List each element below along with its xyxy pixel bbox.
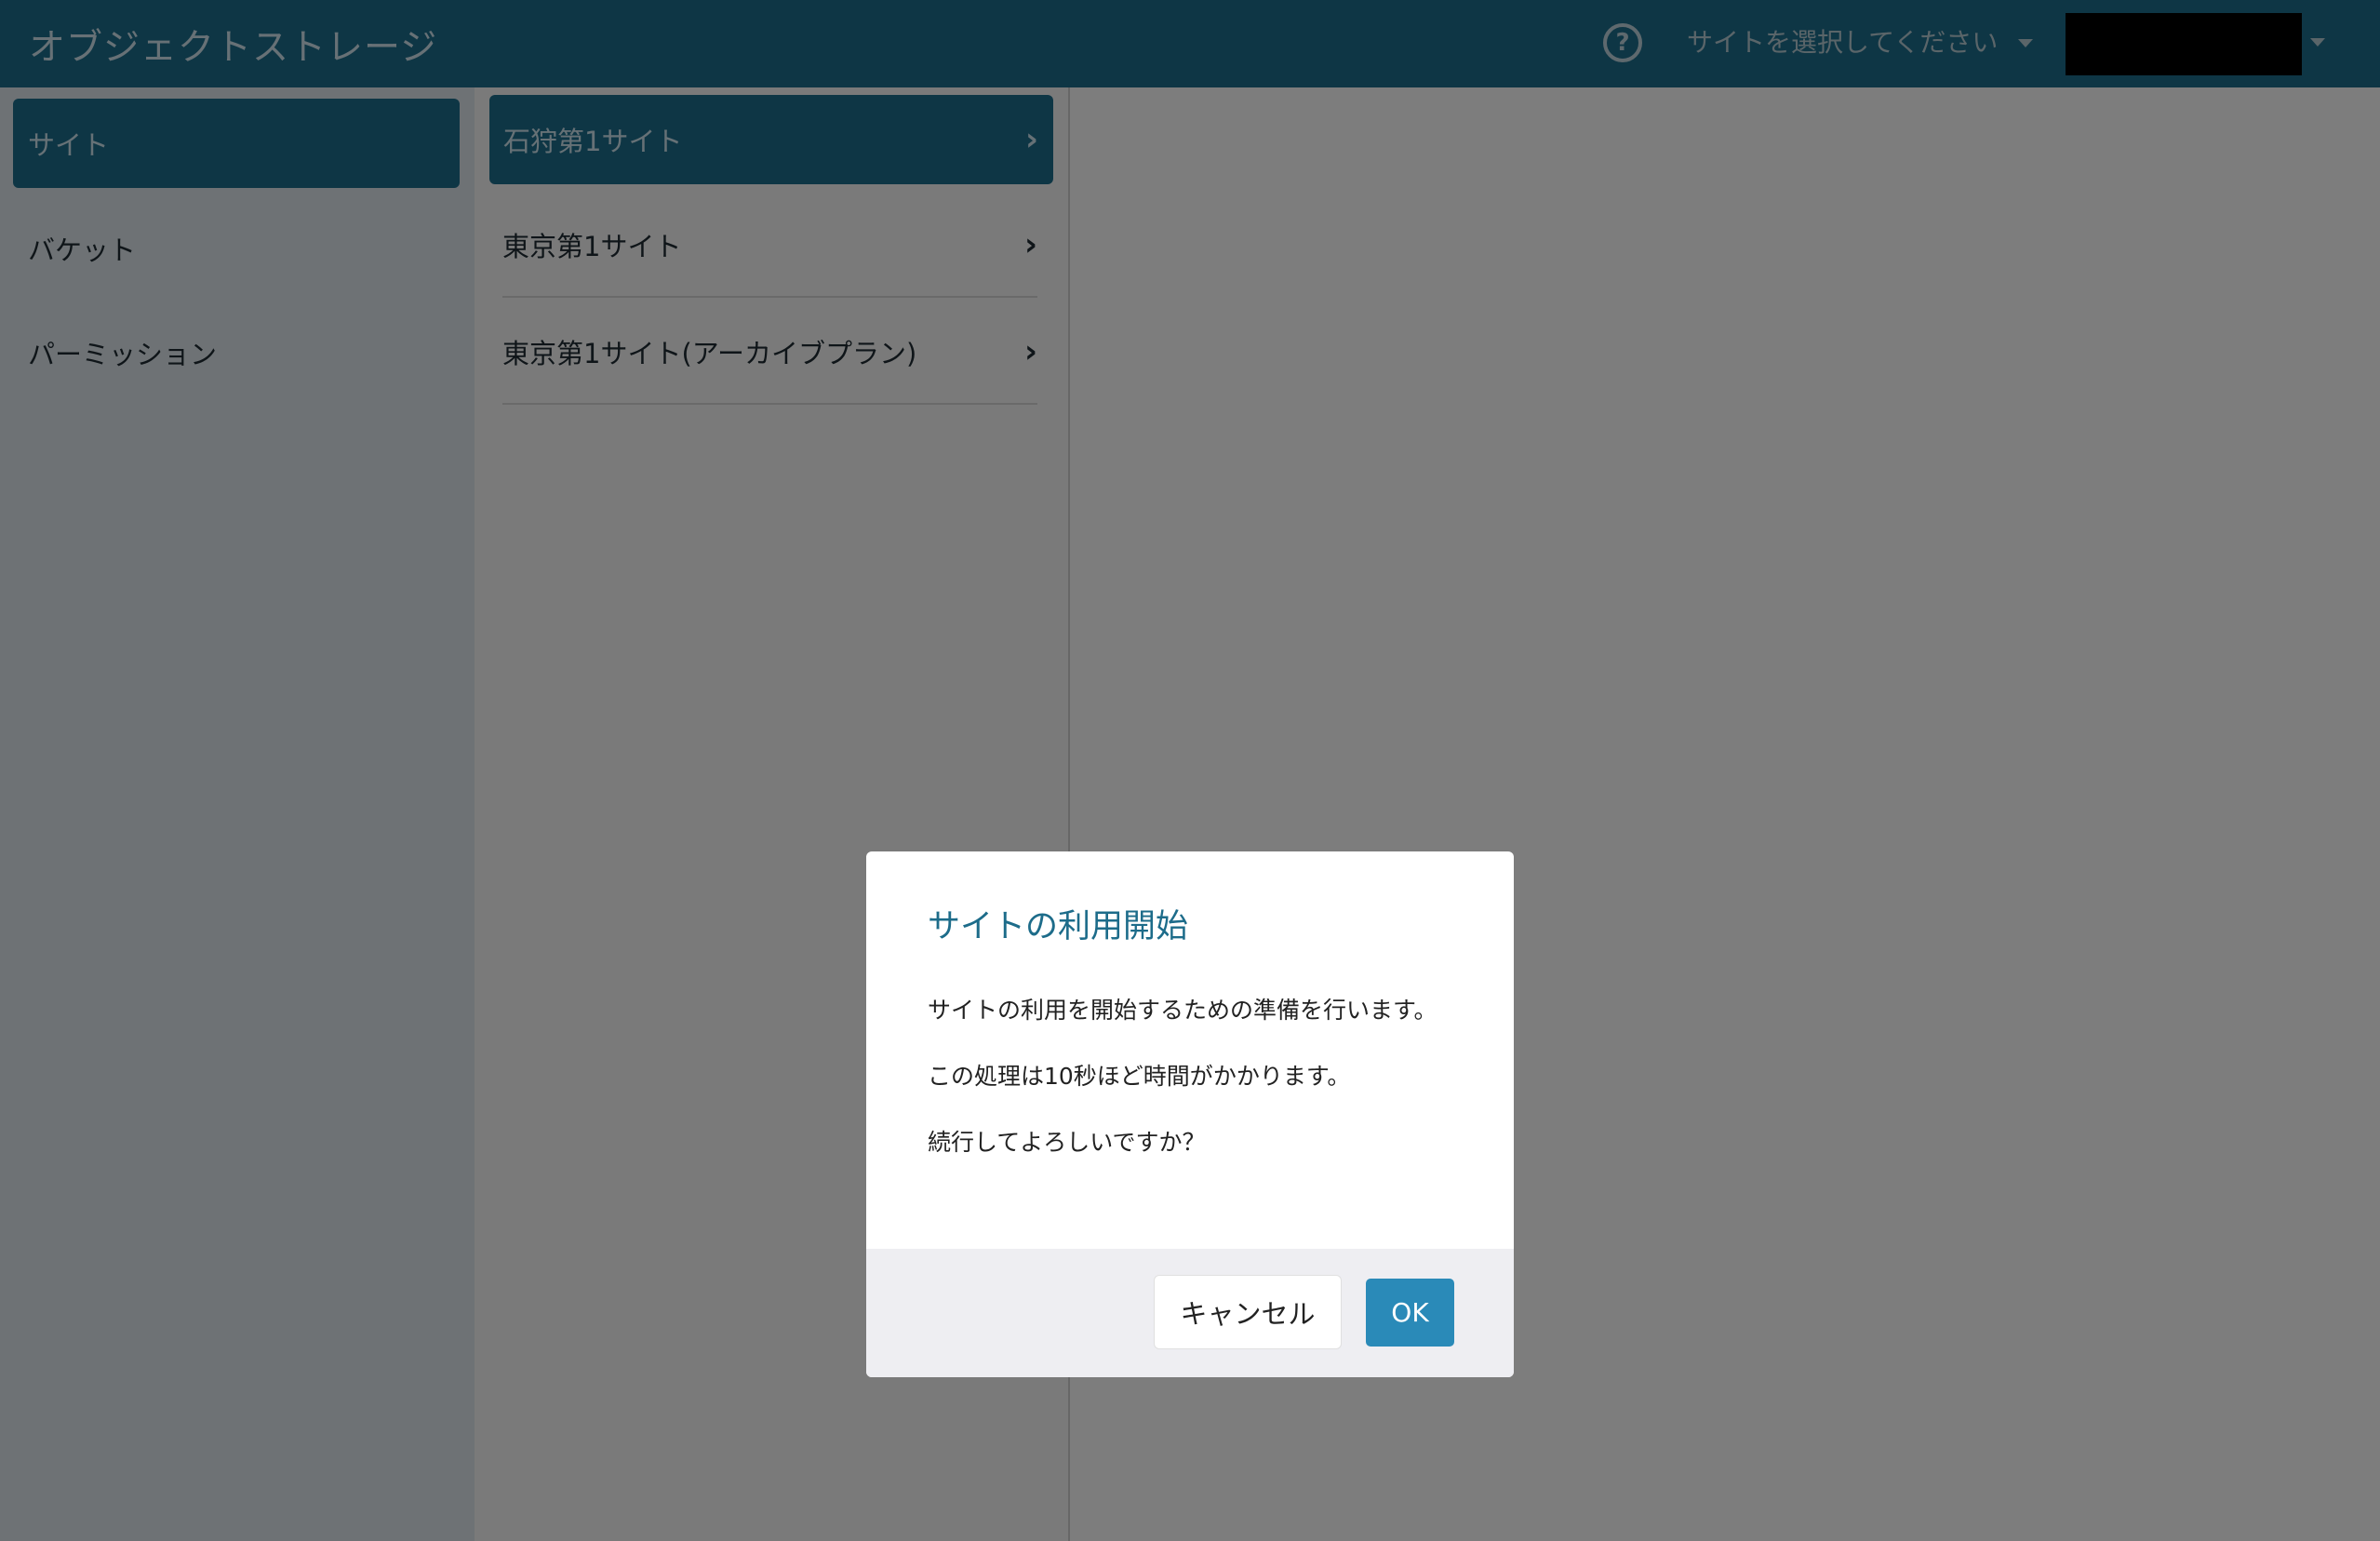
dialog-footer: キャンセル OK <box>866 1249 1514 1377</box>
dialog-message-line: 続行してよろしいですか？ <box>928 1129 1206 1156</box>
ok-button[interactable]: OK <box>1366 1279 1454 1347</box>
dialog-message-line: サイトの利用を開始するための準備を行います。 <box>928 997 1437 1024</box>
dialog-title: サイトの利用開始 <box>928 908 1189 945</box>
confirm-dialog: サイトの利用開始 サイトの利用を開始するための準備を行います。 この処理は10秒… <box>866 851 1514 1377</box>
cancel-button[interactable]: キャンセル <box>1154 1275 1342 1349</box>
app-root: オブジェクトストレージ ? サイトを選択してください サイト バケット パーミッ… <box>0 0 2380 1541</box>
dialog-message-line: この処理は10秒ほど時間がかかります。 <box>928 1063 1351 1090</box>
